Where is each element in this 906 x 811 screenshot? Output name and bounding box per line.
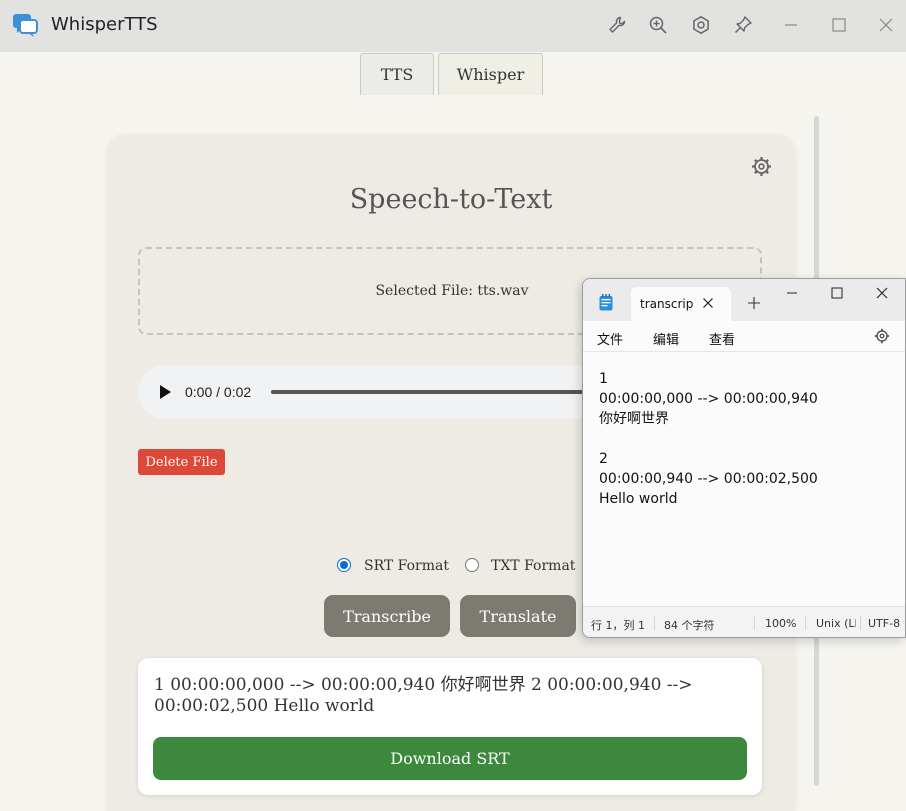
menu-divider <box>583 351 905 352</box>
notepad-tab[interactable]: transcrip <box>631 287 731 321</box>
menu-view[interactable]: 查看 <box>709 329 735 348</box>
notepad-minimize-icon[interactable] <box>786 287 798 299</box>
notepad-settings-icon[interactable] <box>874 328 890 344</box>
wrench-icon[interactable] <box>606 14 628 36</box>
srt-format-label: SRT Format <box>364 558 449 574</box>
transcribe-button[interactable]: Transcribe <box>324 595 450 637</box>
audio-seek-bar[interactable] <box>271 390 591 394</box>
page-title: Speech-to-Text <box>349 184 553 215</box>
zoom-in-icon[interactable] <box>647 14 669 36</box>
title-bar: WhisperTTS <box>0 0 906 52</box>
notepad-editor[interactable]: 1 00:00:00,000 --> 00:00:00,940 你好啊世界 2 … <box>599 369 899 509</box>
minimize-icon[interactable] <box>780 14 802 36</box>
result-text: 1 00:00:00,000 --> 00:00:00,940 你好啊世界 2 … <box>154 675 693 716</box>
download-srt-button[interactable]: Download SRT <box>153 737 747 780</box>
notepad-close-icon[interactable] <box>876 287 888 299</box>
transcription-result: 1 00:00:00,000 --> 00:00:00,940 你好啊世界 2 … <box>138 658 762 795</box>
char-count: 84 个字符 <box>664 619 715 632</box>
tab-close-icon[interactable] <box>703 298 713 308</box>
srt-format-radio[interactable] <box>337 558 351 572</box>
maximize-icon[interactable] <box>828 14 850 36</box>
menu-edit[interactable]: 编辑 <box>653 329 679 348</box>
txt-format-radio[interactable] <box>465 558 479 572</box>
notepad-tab-title: transcrip <box>640 297 694 311</box>
notepad-maximize-icon[interactable] <box>831 287 843 299</box>
pin-icon[interactable] <box>732 14 754 36</box>
app-title: WhisperTTS <box>51 14 158 35</box>
gear-icon[interactable] <box>751 156 772 177</box>
encoding: UTF-8 <box>868 617 901 630</box>
close-icon[interactable] <box>875 14 897 36</box>
line-ending: Unix (LF <box>816 617 856 630</box>
audio-time: 0:00 / 0:02 <box>185 384 252 400</box>
tab-whisper[interactable]: Whisper <box>438 53 543 95</box>
settings-icon[interactable] <box>690 14 712 36</box>
notepad-window: transcrip 文件 编辑 查看 1 00:00:00,000 --> 00… <box>582 278 906 638</box>
new-tab-icon[interactable] <box>748 297 760 309</box>
zoom-level: 100% <box>765 617 797 630</box>
status-bar: 行 1，列 1 84 个字符 100% Unix (LF UTF-8 <box>583 606 905 637</box>
txt-format-label: TXT Format <box>491 558 576 574</box>
cursor-position: 行 1，列 1 <box>591 619 645 632</box>
play-icon[interactable] <box>159 385 171 399</box>
delete-file-button[interactable]: Delete File <box>138 449 225 475</box>
notepad-icon <box>599 294 613 311</box>
menu-file[interactable]: 文件 <box>597 329 623 348</box>
tab-tts[interactable]: TTS <box>360 53 434 95</box>
translate-button[interactable]: Translate <box>460 595 576 637</box>
chat-bubbles-icon <box>13 14 38 37</box>
